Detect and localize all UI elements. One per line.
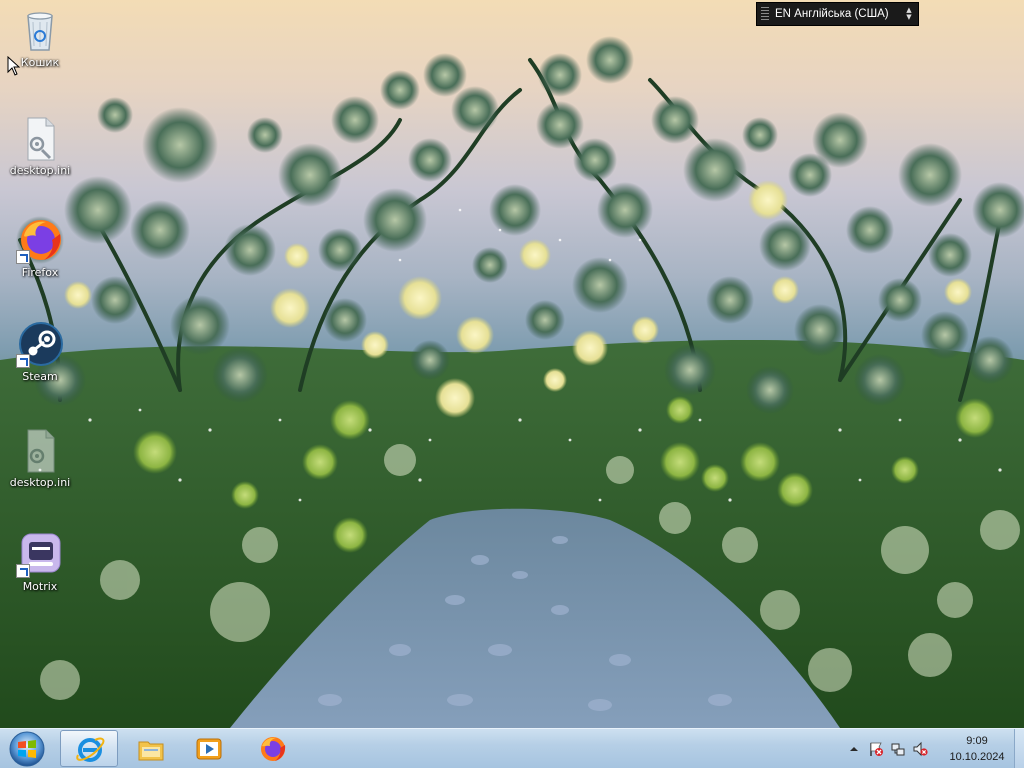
system-tray: 9:09 10.10.2024	[834, 729, 1024, 768]
clock[interactable]: 9:09 10.10.2024	[942, 733, 1012, 765]
language-bar-options-icon[interactable]: ▲ ▼	[904, 7, 914, 21]
taskbar-internet-explorer[interactable]	[60, 730, 118, 767]
clock-date: 10.10.2024	[949, 751, 1005, 763]
desktop-icon-label: Кошик	[20, 56, 60, 69]
desktop-icon-desktop-ini-1[interactable]: desktop.ini	[2, 114, 78, 177]
language-bar-label[interactable]: EN Англійська (США)	[775, 8, 904, 20]
start-button[interactable]	[4, 730, 50, 768]
shortcut-arrow-icon	[16, 250, 30, 264]
language-bar[interactable]: EN Англійська (США) ▲ ▼	[756, 2, 919, 26]
desktop-icon-label: Firefox	[21, 266, 59, 279]
firefox-icon	[261, 737, 286, 761]
desktop-icon-label: desktop.ini	[9, 164, 71, 177]
show-hidden-icons-icon[interactable]	[846, 741, 862, 757]
settings-file-icon	[16, 426, 64, 474]
desktop-icon-label: desktop.ini	[9, 476, 71, 489]
media-player-icon	[196, 738, 222, 760]
language-bar-grip[interactable]	[761, 7, 769, 21]
volume-muted-icon[interactable]	[912, 741, 928, 757]
desktop[interactable]: Кошик desktop.ini Firefox Steam desktop.…	[0, 0, 1024, 728]
taskbar-media-player[interactable]	[180, 730, 238, 767]
show-desktop-button[interactable]	[1014, 729, 1024, 768]
firefox-icon	[16, 216, 64, 264]
motrix-icon	[16, 530, 64, 578]
file-explorer-icon	[138, 741, 164, 761]
settings-file-icon	[16, 114, 64, 162]
wallpaper-image	[0, 36, 1024, 728]
desktop-icon-label: Motrix	[22, 580, 58, 593]
internet-explorer-icon	[76, 737, 105, 762]
shortcut-arrow-icon	[16, 564, 30, 578]
steam-icon	[16, 320, 64, 368]
desktop-icon-motrix[interactable]: Motrix	[2, 530, 78, 593]
shortcut-arrow-icon	[16, 354, 30, 368]
desktop-icon-label: Steam	[22, 370, 58, 383]
desktop-icon-steam[interactable]: Steam	[2, 320, 78, 383]
recycle-bin-icon	[16, 6, 64, 54]
taskbar: 9:09 10.10.2024	[0, 728, 1024, 768]
desktop-icon-recycle-bin[interactable]: Кошик	[2, 6, 78, 69]
taskbar-file-explorer[interactable]	[122, 730, 180, 767]
desktop-icon-firefox[interactable]: Firefox	[2, 216, 78, 279]
windows-logo-icon	[9, 731, 45, 767]
action-center-flag-icon[interactable]	[868, 741, 884, 757]
desktop-icon-desktop-ini-2[interactable]: desktop.ini	[2, 426, 78, 489]
taskbar-firefox[interactable]	[244, 730, 302, 767]
network-icon[interactable]	[890, 741, 906, 757]
clock-time: 9:09	[966, 735, 988, 747]
